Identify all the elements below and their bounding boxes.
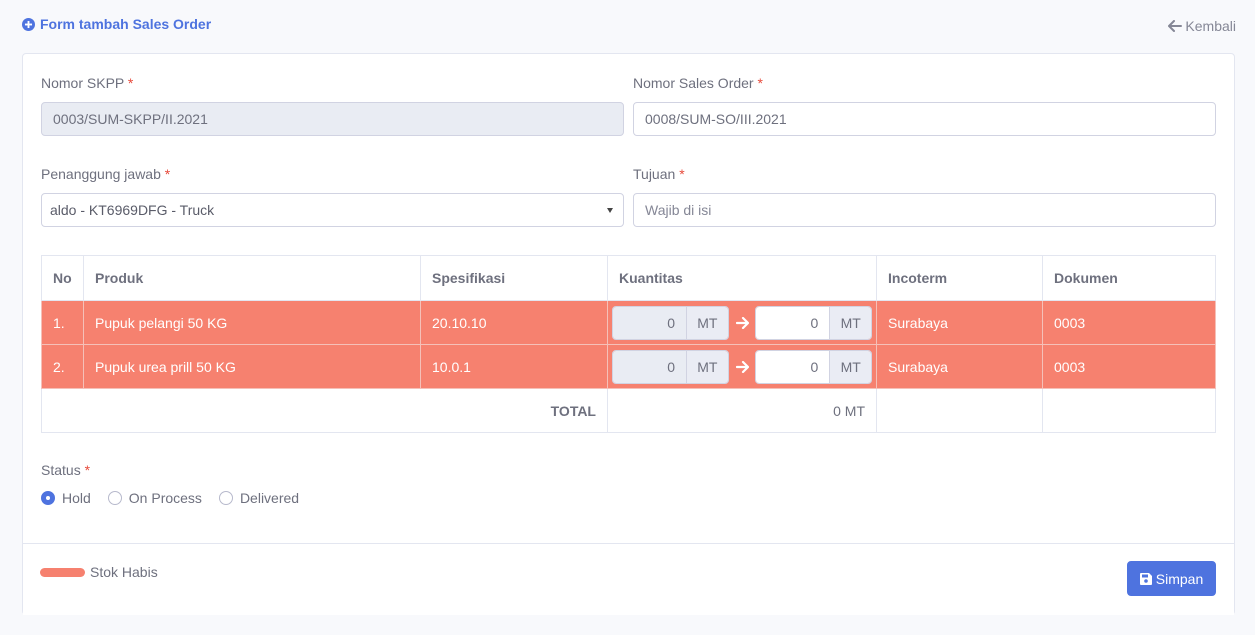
qty-from-group: MT bbox=[612, 305, 729, 340]
nomor-skpp-label-text: Nomor SKPP bbox=[41, 75, 124, 91]
required-mark: * bbox=[127, 75, 134, 91]
page-title: Form tambah Sales Order bbox=[22, 16, 211, 32]
table-header-row: No Produk Spesifikasi Kuantitas Incoterm… bbox=[41, 255, 1216, 301]
column-header-dokumen: Dokumen bbox=[1042, 255, 1216, 301]
sales-order-form-card: Nomor SKPP * Nomor Sales Order * Penangg… bbox=[22, 53, 1235, 615]
caret-down-icon bbox=[607, 208, 613, 213]
total-value: 0 MT bbox=[607, 388, 877, 433]
qty-to-group: MT bbox=[755, 349, 872, 384]
status-label-text: Status bbox=[41, 462, 81, 478]
cell-dokumen: 0003 bbox=[1042, 344, 1216, 389]
penanggung-jawab-value: aldo - KT6969DFG - Truck bbox=[50, 202, 215, 218]
status-radio-group: Hold On Process Delivered bbox=[41, 490, 316, 506]
save-button-label: Simpan bbox=[1155, 570, 1204, 587]
radio-button[interactable] bbox=[218, 491, 233, 505]
cell-no: 1. bbox=[41, 300, 84, 345]
status-label: Status * bbox=[41, 462, 90, 478]
arrow-right-icon bbox=[729, 316, 756, 330]
qty-from-input[interactable] bbox=[613, 306, 686, 339]
qty-to-group: MT bbox=[755, 305, 872, 340]
column-header-no: No bbox=[41, 255, 84, 301]
cell-empty bbox=[1042, 388, 1216, 433]
qty-unit-label: MT bbox=[829, 306, 871, 339]
total-label: TOTAL bbox=[41, 388, 608, 433]
nomor-so-label-text: Nomor Sales Order bbox=[633, 75, 754, 91]
table-row: 2. Pupuk urea prill 50 KG 10.0.1 MT bbox=[41, 344, 1216, 389]
cell-dokumen: 0003 bbox=[1042, 300, 1216, 345]
status-option-label: On Process bbox=[128, 490, 202, 506]
nomor-skpp-label: Nomor SKPP * bbox=[41, 75, 133, 91]
save-icon bbox=[1139, 572, 1152, 585]
nomor-skpp-input[interactable] bbox=[41, 102, 624, 136]
page-title-text: Form tambah Sales Order bbox=[40, 16, 212, 32]
required-mark: * bbox=[84, 462, 91, 478]
legend-swatch bbox=[40, 567, 85, 577]
qty-unit-label: MT bbox=[686, 350, 728, 383]
tujuan-label-text: Tujuan bbox=[633, 166, 676, 182]
back-link[interactable]: Kembali bbox=[1168, 18, 1236, 34]
cell-spesifikasi: 10.0.1 bbox=[420, 344, 608, 389]
cell-produk: Pupuk pelangi 50 KG bbox=[83, 300, 421, 345]
cell-kuantitas: MT MT bbox=[607, 300, 877, 345]
qty-from-group: MT bbox=[612, 349, 729, 384]
tujuan-label: Tujuan * bbox=[633, 166, 685, 182]
status-option-label: Delivered bbox=[239, 490, 300, 506]
qty-unit-label: MT bbox=[829, 350, 871, 383]
legend: Stok Habis bbox=[40, 564, 158, 580]
qty-from-input[interactable] bbox=[613, 350, 686, 383]
arrow-left-icon bbox=[1168, 20, 1183, 32]
penanggung-jawab-label: Penanggung jawab * bbox=[41, 166, 170, 182]
qty-to-input[interactable] bbox=[756, 306, 830, 339]
cell-empty bbox=[876, 388, 1043, 433]
column-header-kuantitas: Kuantitas bbox=[607, 255, 877, 301]
cell-produk: Pupuk urea prill 50 KG bbox=[83, 344, 421, 389]
nomor-so-label: Nomor Sales Order * bbox=[633, 75, 763, 91]
tujuan-input[interactable] bbox=[633, 193, 1216, 227]
back-link-label: Kembali bbox=[1185, 18, 1236, 34]
cell-kuantitas: MT MT bbox=[607, 344, 877, 389]
penanggung-jawab-label-text: Penanggung jawab bbox=[41, 166, 161, 182]
status-option-hold[interactable]: Hold bbox=[41, 490, 91, 506]
required-mark: * bbox=[164, 166, 171, 182]
required-mark: * bbox=[679, 166, 685, 182]
save-button[interactable]: Simpan bbox=[1127, 561, 1216, 596]
product-table: No Produk Spesifikasi Kuantitas Incoterm… bbox=[41, 255, 1216, 433]
arrow-right-icon bbox=[729, 360, 756, 374]
cell-incoterm: Surabaya bbox=[876, 344, 1043, 389]
qty-unit-label: MT bbox=[686, 306, 728, 339]
plus-circle-icon bbox=[22, 17, 35, 31]
column-header-produk: Produk bbox=[83, 255, 421, 301]
table-total-row: TOTAL 0 MT bbox=[41, 388, 1216, 433]
qty-to-input[interactable] bbox=[756, 350, 830, 383]
status-option-delivered[interactable]: Delivered bbox=[218, 490, 300, 506]
status-option-label: Hold bbox=[62, 490, 91, 506]
penanggung-jawab-select[interactable]: aldo - KT6969DFG - Truck bbox=[41, 193, 624, 227]
nomor-so-input[interactable] bbox=[633, 102, 1216, 136]
column-header-incoterm: Incoterm bbox=[876, 255, 1043, 301]
radio-button[interactable] bbox=[41, 491, 55, 505]
cell-incoterm: Surabaya bbox=[876, 300, 1043, 345]
required-mark: * bbox=[757, 75, 763, 91]
card-footer: Stok Habis Simpan bbox=[23, 543, 1234, 615]
cell-no: 2. bbox=[41, 344, 84, 389]
status-option-on-process[interactable]: On Process bbox=[107, 490, 202, 506]
legend-label: Stok Habis bbox=[90, 564, 158, 580]
table-row: 1. Pupuk pelangi 50 KG 20.10.10 MT bbox=[41, 300, 1216, 345]
radio-button[interactable] bbox=[107, 491, 122, 505]
column-header-spesifikasi: Spesifikasi bbox=[420, 255, 608, 301]
cell-spesifikasi: 20.10.10 bbox=[420, 300, 608, 345]
page-header: Form tambah Sales Order Kembali bbox=[22, 16, 1236, 38]
